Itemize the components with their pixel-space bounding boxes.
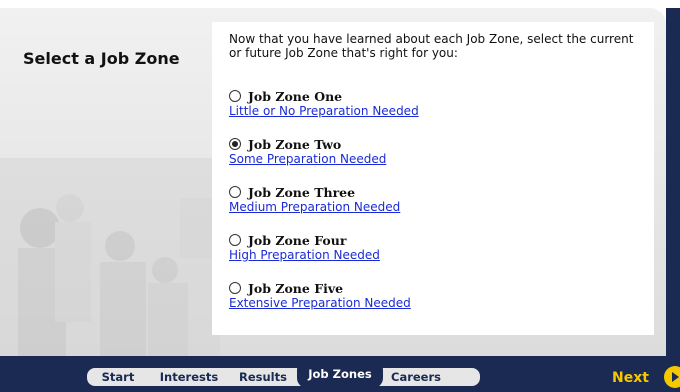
job-zone-option-3: Job Zone Three Medium Preparation Needed <box>229 184 400 215</box>
instructions-text: Now that you have learned about each Job… <box>229 32 634 60</box>
option-title: Job Zone Five <box>248 280 344 296</box>
tab-job-zones[interactable]: Job Zones <box>297 360 383 388</box>
option-title: Job Zone Two <box>248 136 342 152</box>
option-title: Job Zone One <box>248 88 343 104</box>
radio-job-zone-five[interactable] <box>229 282 241 294</box>
link-some-preparation[interactable]: Some Preparation Needed <box>229 152 386 167</box>
next-label: Next <box>612 370 649 386</box>
arrow-right-icon[interactable] <box>664 366 680 388</box>
option-title: Job Zone Three <box>248 184 356 200</box>
radio-job-zone-three[interactable] <box>229 186 241 198</box>
frame-border <box>666 8 680 392</box>
job-zone-option-5: Job Zone Five Extensive Preparation Need… <box>229 280 411 311</box>
tab-interests[interactable]: Interests <box>149 368 229 386</box>
job-zone-option-1: Job Zone One Little or No Preparation Ne… <box>229 88 419 119</box>
radio-job-zone-one[interactable] <box>229 90 241 102</box>
top-strip <box>0 0 680 8</box>
nav-tabs: Start Interests Results Job Zones Career… <box>85 360 482 388</box>
tab-results[interactable]: Results <box>229 368 297 386</box>
job-zone-panel: Now that you have learned about each Job… <box>212 22 654 335</box>
option-title: Job Zone Four <box>248 232 347 248</box>
link-high-preparation[interactable]: High Preparation Needed <box>229 248 380 263</box>
link-medium-preparation[interactable]: Medium Preparation Needed <box>229 200 400 215</box>
radio-job-zone-four[interactable] <box>229 234 241 246</box>
tab-careers[interactable]: Careers <box>383 368 449 386</box>
link-little-preparation[interactable]: Little or No Preparation Needed <box>229 104 419 119</box>
job-zone-option-4: Job Zone Four High Preparation Needed <box>229 232 380 263</box>
page-title: Select a Job Zone <box>23 49 180 68</box>
radio-job-zone-two[interactable] <box>229 138 241 150</box>
link-extensive-preparation[interactable]: Extensive Preparation Needed <box>229 296 411 311</box>
tab-start[interactable]: Start <box>87 368 149 386</box>
background-photo <box>0 158 220 356</box>
job-zone-option-2: Job Zone Two Some Preparation Needed <box>229 136 386 167</box>
